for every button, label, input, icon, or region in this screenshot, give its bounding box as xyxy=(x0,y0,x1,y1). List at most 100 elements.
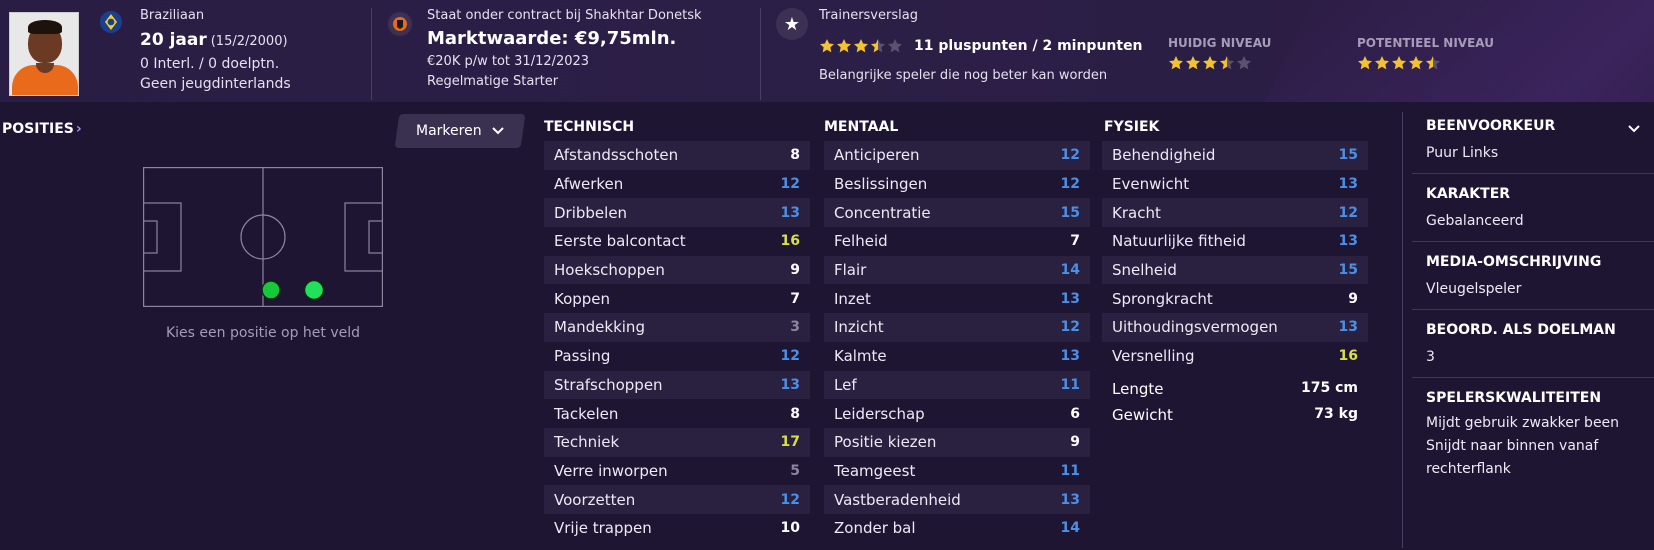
attribute-value: 14 xyxy=(1060,520,1080,537)
attribute-row[interactable]: Kracht 12 xyxy=(1102,198,1368,228)
attribute-row[interactable]: Felheid 7 xyxy=(824,227,1090,256)
star-icon xyxy=(1219,55,1235,75)
attribute-row[interactable]: Anticiperen 12 xyxy=(824,141,1090,170)
contract-status[interactable]: Staat onder contract bij Shakhtar Donets… xyxy=(427,8,702,23)
attribute-name: Techniek xyxy=(554,433,620,452)
attribute-row[interactable]: Leiderschap 6 xyxy=(824,399,1090,428)
attribute-row[interactable]: Lef 11 xyxy=(824,370,1090,400)
star-icon xyxy=(1202,55,1218,75)
report-description: Belangrijke speler die nog beter kan wor… xyxy=(819,68,1108,83)
personality-value[interactable]: Gebalanceerd xyxy=(1426,210,1654,233)
player-traits-title: SPELERSKWALITEITEN xyxy=(1426,390,1602,406)
attribute-value: 15 xyxy=(1338,147,1358,164)
attribute-value: 10 xyxy=(780,520,800,537)
header-divider xyxy=(760,8,761,100)
attribute-row[interactable]: Concentratie 15 xyxy=(824,198,1090,228)
nationality[interactable]: Braziliaan xyxy=(140,8,204,23)
player-trait[interactable]: Snijdt naar binnen vanaf rechterflank xyxy=(1426,435,1616,481)
technical-heading[interactable]: TECHNISCH xyxy=(544,119,634,135)
weight-row[interactable]: Gewicht 73 kg xyxy=(1102,406,1368,424)
wage-contract: €20K p/w tot 31/12/2023 xyxy=(427,54,590,69)
attribute-row[interactable]: Inzet 13 xyxy=(824,284,1090,313)
attribute-name: Lef xyxy=(834,375,857,394)
coach-report-title[interactable]: Trainersverslag xyxy=(819,8,918,23)
player-photo[interactable] xyxy=(9,12,79,96)
photo-hair xyxy=(28,20,62,34)
star-icon xyxy=(836,38,852,58)
attribute-row[interactable]: Strafschoppen 13 xyxy=(544,370,810,400)
attribute-row[interactable]: Uithoudingsvermogen 13 xyxy=(1102,313,1368,342)
physical-heading[interactable]: FYSIEK xyxy=(1104,119,1159,135)
attribute-name: Hoekschoppen xyxy=(554,261,665,280)
attribute-value: 9 xyxy=(1348,290,1358,307)
attribute-row[interactable]: Snelheid 15 xyxy=(1102,255,1368,285)
attribute-row[interactable]: Mandekking 3 xyxy=(544,313,810,342)
panel-divider xyxy=(1402,112,1403,548)
attribute-row[interactable]: Afwerken 12 xyxy=(544,170,810,199)
goalkeeper-rating-block: BEOORD. ALS DOELMAN 3 xyxy=(1426,322,1654,369)
attribute-row[interactable]: Passing 12 xyxy=(544,342,810,371)
player-trait[interactable]: Mijdt gebruik zwakker been xyxy=(1426,412,1654,435)
left-penalty-area xyxy=(143,202,182,272)
youth-caps: Geen jeugdinterlands xyxy=(140,76,291,92)
star-icon xyxy=(1236,55,1252,75)
attribute-row[interactable]: Koppen 7 xyxy=(544,284,810,313)
attribute-row[interactable]: Sprongkracht 9 xyxy=(1102,284,1368,313)
attribute-row[interactable]: Afstandsschoten 8 xyxy=(544,141,810,170)
attribute-row[interactable]: Eerste balcontact 16 xyxy=(544,227,810,256)
attribute-row[interactable]: Versnelling 16 xyxy=(1102,342,1368,371)
attribute-row[interactable]: Verre inworpen 5 xyxy=(544,457,810,486)
pitch-diagram[interactable] xyxy=(143,167,383,307)
squad-role: Regelmatige Starter xyxy=(427,74,559,89)
attribute-value: 13 xyxy=(1060,290,1080,307)
attribute-row[interactable]: Natuurlijke fitheid 13 xyxy=(1102,227,1368,256)
star-icon xyxy=(819,38,835,58)
attribute-row[interactable]: Dribbelen 13 xyxy=(544,198,810,228)
attribute-row[interactable]: Techniek 17 xyxy=(544,427,810,457)
international-caps: 0 Interl. / 0 doelptn. xyxy=(140,56,280,72)
attribute-value: 13 xyxy=(1338,319,1358,336)
attribute-value: 12 xyxy=(780,176,800,193)
potential-ability-label: POTENTIEEL NIVEAU xyxy=(1357,36,1494,50)
attribute-row[interactable]: Voorzetten 12 xyxy=(544,485,810,514)
attribute-value: 16 xyxy=(780,233,800,250)
attribute-value: 12 xyxy=(1060,147,1080,164)
attribute-value: 12 xyxy=(1060,176,1080,193)
attribute-row[interactable]: Positie kiezen 9 xyxy=(824,427,1090,457)
attribute-row[interactable]: Evenwicht 13 xyxy=(1102,170,1368,199)
pitch-hint: Kies een positie op het veld xyxy=(165,325,361,341)
position-dot-secondary xyxy=(261,280,281,300)
attribute-value: 12 xyxy=(780,348,800,365)
panel-separator xyxy=(1412,173,1654,174)
attribute-name: Teamgeest xyxy=(834,461,916,480)
attribute-value: 17 xyxy=(780,434,800,451)
mental-heading[interactable]: MENTAAL xyxy=(824,119,898,135)
attribute-row[interactable]: Zonder bal 14 xyxy=(824,514,1090,543)
attribute-name: Sprongkracht xyxy=(1112,289,1213,308)
attribute-value: 5 xyxy=(790,462,800,479)
left-goal-area xyxy=(143,220,158,254)
attribute-row[interactable]: Tackelen 8 xyxy=(544,399,810,428)
attribute-row[interactable]: Flair 14 xyxy=(824,255,1090,285)
attribute-value: 15 xyxy=(1338,262,1358,279)
personality-title: KARAKTER xyxy=(1426,186,1511,202)
attribute-value: 3 xyxy=(790,319,800,336)
attribute-row[interactable]: Vrije trappen 10 xyxy=(544,514,810,543)
attribute-row[interactable]: Inzicht 12 xyxy=(824,313,1090,342)
attribute-row[interactable]: Kalmte 13 xyxy=(824,342,1090,371)
mark-dropdown-button[interactable]: Markeren xyxy=(394,114,526,148)
attribute-value: 13 xyxy=(780,204,800,221)
attribute-row[interactable]: Beslissingen 12 xyxy=(824,170,1090,199)
height-row[interactable]: Lengte 175 cm xyxy=(1102,380,1368,398)
attribute-value: 7 xyxy=(790,290,800,307)
positions-heading[interactable]: POSITIES › xyxy=(2,121,82,137)
attribute-name: Evenwicht xyxy=(1112,175,1190,194)
attribute-row[interactable]: Vastberadenheid 13 xyxy=(824,485,1090,514)
mental-attributes: Anticiperen 12 Beslissingen 12 Concentratie 1… xyxy=(824,141,1090,543)
attribute-row[interactable]: Hoekschoppen 9 xyxy=(544,255,810,285)
current-ability-label: HUIDIG NIVEAU xyxy=(1168,36,1272,50)
attribute-row[interactable]: Teamgeest 11 xyxy=(824,457,1090,486)
player-age: 20 jaar (15/2/2000) xyxy=(140,30,288,50)
attribute-value: 8 xyxy=(790,147,800,164)
attribute-row[interactable]: Behendigheid 15 xyxy=(1102,141,1368,170)
